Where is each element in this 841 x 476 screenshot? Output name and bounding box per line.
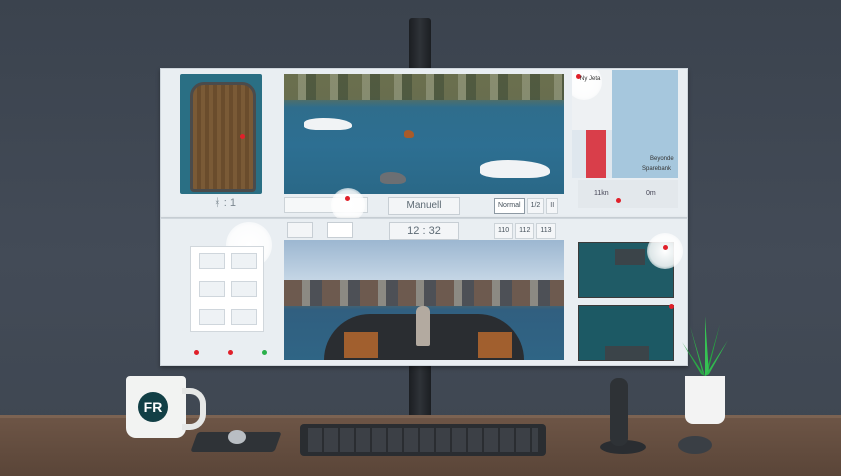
speed-gauge: 11kn — [594, 190, 609, 197]
alert-dot — [240, 134, 245, 139]
channel-112[interactable]: 112 — [515, 223, 535, 239]
speed-selector: Normal 1/2 II — [494, 198, 564, 214]
depth-gauge: 0m — [646, 190, 656, 197]
alert-dot — [194, 350, 199, 355]
map-label-top: Ny Jeta — [580, 76, 601, 82]
deck-control-card[interactable] — [190, 246, 264, 332]
status-icons — [180, 348, 276, 360]
boat — [380, 172, 406, 184]
harbor-buildings — [284, 74, 564, 100]
map-label-bottom: Sparebank — [642, 166, 672, 172]
crew-person — [416, 306, 430, 346]
alert-dot — [228, 350, 233, 355]
control-tile[interactable] — [231, 253, 257, 269]
keyboard-keys — [308, 428, 538, 452]
view-tab[interactable] — [287, 222, 313, 238]
alert-dot — [669, 304, 674, 309]
map-zone — [586, 130, 606, 178]
speed-normal[interactable]: Normal — [494, 198, 525, 214]
side-camera-2[interactable] — [578, 304, 674, 361]
control-tile[interactable] — [231, 281, 257, 297]
mug-logo: FR — [138, 392, 168, 422]
joystick[interactable] — [610, 378, 628, 446]
channel-selector: 110 112 113 — [494, 223, 564, 239]
speed-half[interactable]: 1/2 — [526, 198, 545, 214]
boat — [404, 130, 414, 138]
channel-110[interactable]: 110 — [494, 223, 514, 239]
side-camera-1[interactable] — [578, 233, 683, 298]
control-tile[interactable] — [231, 309, 257, 325]
bench-left — [344, 332, 378, 358]
ship-deck — [190, 82, 256, 192]
bow-camera-view[interactable] — [284, 240, 564, 360]
throttle-slider[interactable] — [284, 188, 368, 222]
mouse[interactable] — [678, 436, 712, 454]
map-label-side: Beyonde — [650, 156, 674, 162]
clock-display: 12 : 32 — [389, 222, 459, 240]
view-tab-active[interactable] — [327, 222, 353, 238]
slider-halo — [331, 188, 365, 222]
crew-counter: ᚼ : 1 — [214, 197, 236, 209]
gauge-panel: 11kn 0m — [578, 180, 678, 208]
bench-right — [478, 332, 512, 358]
boat — [480, 160, 550, 178]
control-tile[interactable] — [199, 309, 225, 325]
alert-dot — [663, 245, 668, 250]
navigation-map[interactable]: Ny Jeta Beyonde Sparebank — [572, 70, 678, 178]
pier — [605, 346, 649, 360]
harbor-skyline — [284, 280, 564, 306]
control-tile[interactable] — [199, 281, 225, 297]
mode-button[interactable]: Manuell — [388, 197, 460, 215]
mug-handle — [182, 388, 206, 430]
boat — [304, 118, 352, 130]
ok-dot — [262, 350, 267, 355]
control-tile[interactable] — [199, 253, 225, 269]
pier — [615, 249, 645, 265]
alert-dot — [616, 198, 621, 203]
control-knob[interactable] — [228, 430, 246, 444]
harbor-camera-view[interactable] — [284, 74, 564, 194]
pause-button[interactable]: II — [546, 198, 559, 214]
plant-leaves — [682, 316, 728, 376]
camera-halo — [647, 233, 683, 269]
plant-pot — [685, 376, 725, 424]
channel-113[interactable]: 113 — [536, 223, 556, 239]
alert-dot — [345, 196, 350, 201]
ship-overview-view[interactable] — [180, 74, 262, 194]
